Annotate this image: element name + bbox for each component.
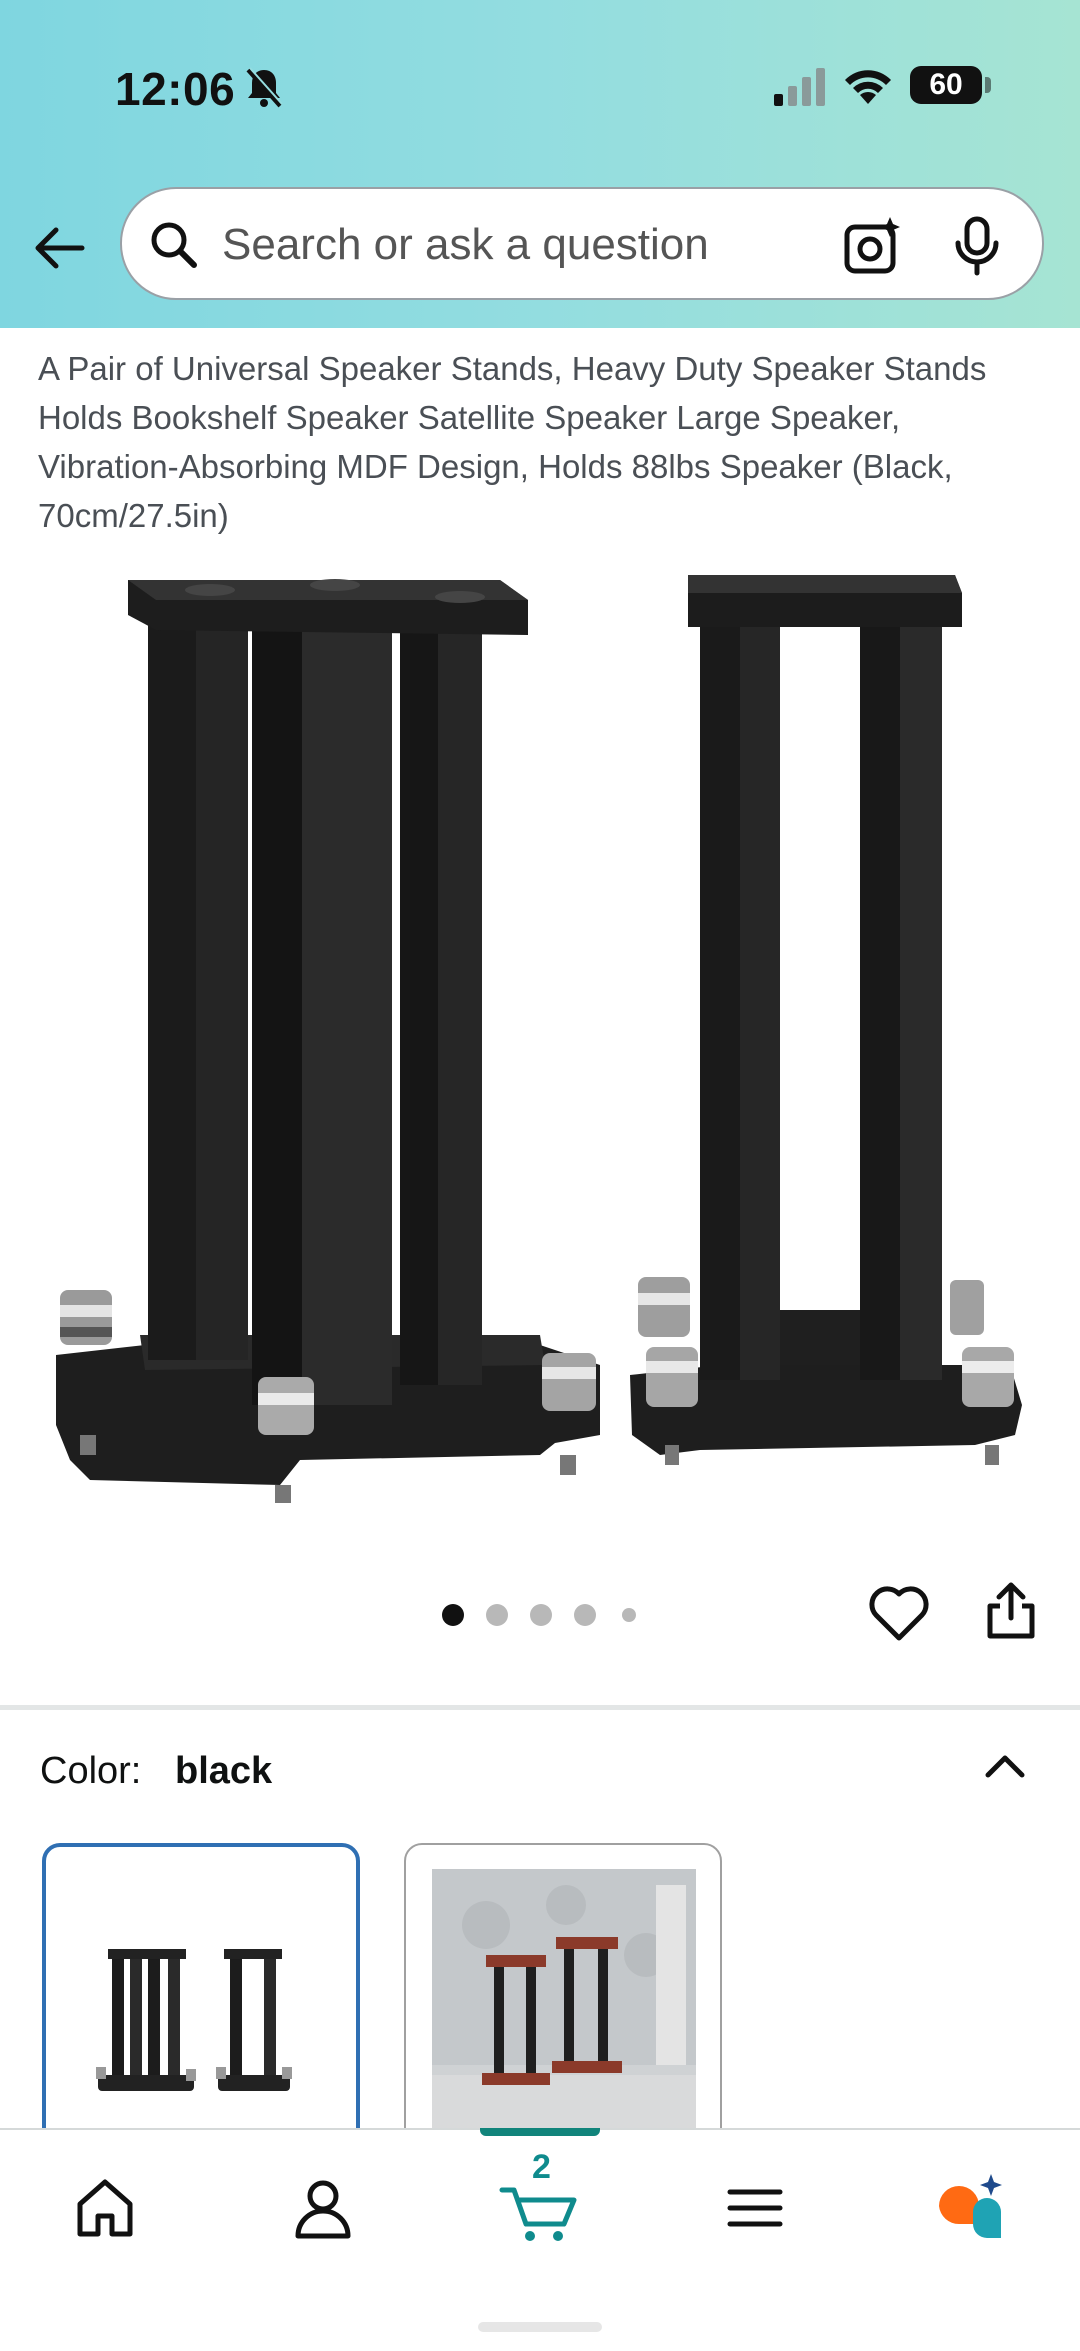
swatch-image-red-brown [432, 1869, 696, 2161]
color-swatch-red-brown[interactable] [404, 1843, 722, 2163]
swatch-image-black [96, 1949, 292, 2091]
chevron-up-icon[interactable] [980, 1745, 1030, 1785]
carousel-dot-4[interactable] [574, 1604, 596, 1626]
cellular-signal-icon [774, 68, 825, 106]
home-icon[interactable] [60, 2162, 150, 2252]
section-divider [0, 1705, 1080, 1710]
status-time: 12:06 [115, 63, 236, 115]
share-icon[interactable] [982, 1580, 1040, 1642]
color-label: Color: [40, 1750, 142, 1792]
product-title[interactable]: A Pair of Universal Speaker Stands, Heav… [38, 344, 1048, 540]
back-arrow-icon[interactable] [30, 218, 90, 278]
bell-muted-icon [246, 67, 283, 108]
rufus-assistant-icon[interactable] [925, 2162, 1015, 2252]
carousel-dot-5[interactable] [622, 1608, 636, 1622]
search-bar[interactable] [120, 187, 1044, 300]
search-input[interactable] [220, 209, 784, 281]
camera-lens-icon[interactable] [842, 215, 904, 277]
account-icon[interactable] [278, 2162, 368, 2252]
cart-count-badge: 2 [532, 2148, 551, 2186]
heart-wishlist-icon[interactable] [868, 1584, 930, 1642]
menu-icon[interactable] [710, 2162, 800, 2252]
battery-tip [985, 77, 991, 93]
product-image-speaker-stands[interactable] [0, 555, 1080, 1535]
search-icon [151, 222, 197, 268]
wifi-icon [845, 70, 891, 104]
color-swatch-black[interactable] [42, 1843, 360, 2163]
active-tab-indicator [480, 2128, 600, 2136]
color-value: black [175, 1750, 273, 1792]
battery-indicator: 60 [910, 66, 982, 104]
home-indicator [478, 2322, 602, 2332]
carousel-dot-1[interactable] [442, 1604, 464, 1626]
microphone-icon[interactable] [952, 215, 1002, 277]
carousel-dot-3[interactable] [530, 1604, 552, 1626]
carousel-dot-2[interactable] [486, 1604, 508, 1626]
